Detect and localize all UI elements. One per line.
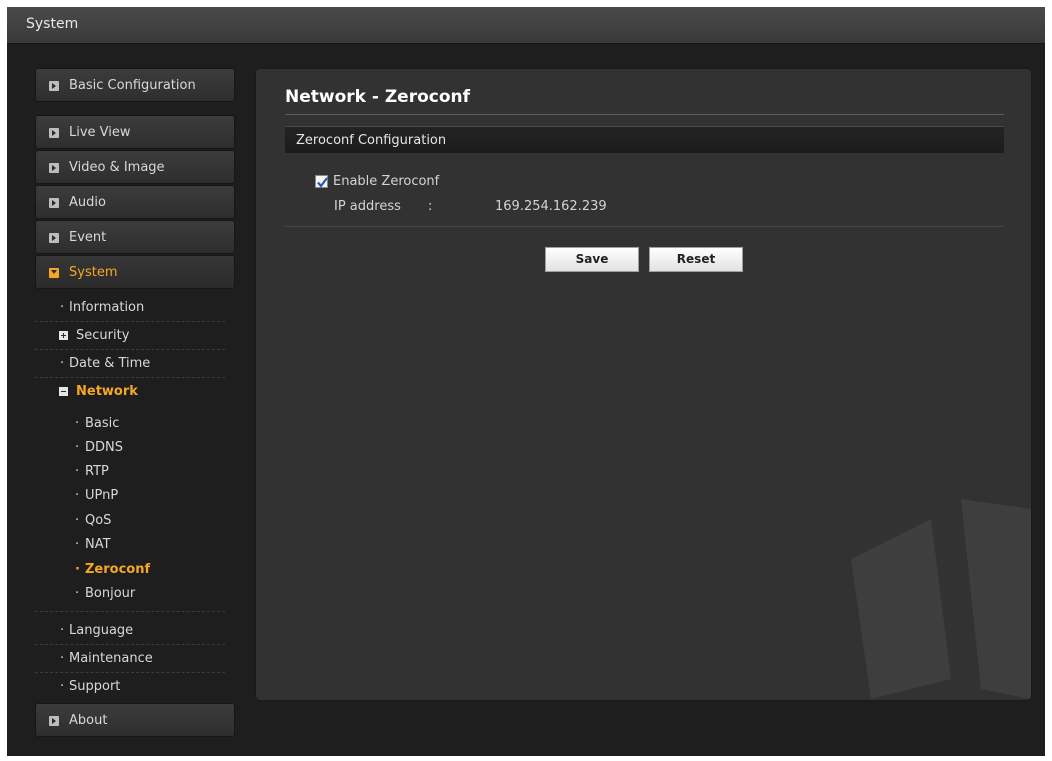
minus-box-icon	[59, 387, 68, 396]
bullet: ·	[75, 513, 80, 528]
nav-label: Live View	[69, 125, 131, 140]
save-button[interactable]: Save	[545, 247, 639, 272]
nav-about[interactable]: About	[35, 703, 235, 737]
sidebar-item-label: Security	[76, 328, 130, 343]
reset-button[interactable]: Reset	[649, 247, 743, 272]
bullet: ·	[75, 416, 80, 431]
bullet: ·	[60, 651, 65, 666]
down-arrow-box-icon	[49, 268, 59, 278]
sidebar-item-date-time[interactable]: · Date & Time	[35, 350, 225, 378]
title-divider	[285, 114, 1004, 115]
sidebar-item-label: QoS	[85, 513, 112, 528]
bullet: ·	[75, 464, 80, 479]
bullet: ·	[60, 300, 65, 315]
nav-label: System	[69, 265, 118, 280]
nav-basic-configuration[interactable]: Basic Configuration	[35, 68, 235, 102]
nav-live-view[interactable]: Live View	[35, 115, 235, 149]
right-arrow-box-icon	[49, 81, 59, 91]
sidebar-item-network-basic[interactable]: · Basic	[35, 412, 225, 436]
sidebar-item-label: Bonjour	[85, 586, 136, 601]
right-arrow-box-icon	[49, 233, 59, 243]
sidebar-item-language[interactable]: · Language	[35, 617, 225, 645]
nav-video-image[interactable]: Video & Image	[35, 150, 235, 184]
nav-label: About	[69, 713, 108, 728]
nav-label: Event	[69, 230, 107, 245]
sidebar-item-maintenance[interactable]: · Maintenance	[35, 645, 225, 673]
main-panel: Network - Zeroconf Zeroconf Configuratio…	[255, 68, 1032, 701]
sidebar-item-network-bonjour[interactable]: · Bonjour	[35, 582, 225, 606]
sidebar-item-label: Basic	[85, 416, 120, 431]
plus-box-icon	[59, 331, 68, 340]
nav-system[interactable]: System	[35, 255, 235, 289]
sidebar-item-label: Network	[76, 384, 138, 399]
sidebar-item-label: Zeroconf	[85, 562, 151, 577]
nav-label: Audio	[69, 195, 106, 210]
sidebar-item-support[interactable]: · Support	[35, 673, 225, 701]
bullet: ·	[60, 623, 65, 638]
window-title: System	[26, 16, 79, 32]
right-arrow-box-icon	[49, 128, 59, 138]
sidebar-item-label: Information	[69, 300, 145, 315]
right-arrow-box-icon	[49, 163, 59, 173]
checkmark-icon	[317, 177, 328, 188]
bullet: ·	[75, 562, 80, 577]
sidebar-item-label: RTP	[85, 464, 109, 479]
sidebar-item-label: Language	[69, 623, 134, 638]
sidebar-item-label: NAT	[85, 537, 111, 552]
sidebar-item-information[interactable]: · Information	[35, 294, 225, 322]
page-title: Network - Zeroconf	[285, 87, 471, 107]
right-arrow-box-icon	[49, 716, 59, 726]
enable-zeroconf-checkbox[interactable]	[315, 175, 328, 188]
nav-event[interactable]: Event	[35, 220, 235, 254]
section-title: Zeroconf Configuration	[296, 133, 447, 148]
enable-zeroconf-label: Enable Zeroconf	[333, 174, 440, 189]
sidebar-item-security[interactable]: Security	[35, 322, 225, 350]
bullet: ·	[75, 586, 80, 601]
sidebar-item-label: Maintenance	[69, 651, 153, 666]
sidebar-item-label: Date & Time	[69, 356, 151, 371]
sidebar-item-network-rtp[interactable]: · RTP	[35, 460, 225, 484]
divider	[35, 611, 225, 612]
sidebar-item-network-qos[interactable]: · QoS	[35, 509, 225, 533]
bullet: ·	[60, 679, 65, 694]
sidebar-item-label: DDNS	[85, 440, 123, 455]
nav-label: Video & Image	[69, 160, 165, 175]
sidebar-item-network-ddns[interactable]: · DDNS	[35, 436, 225, 460]
top-bar: System	[7, 7, 1045, 44]
bullet: ·	[75, 488, 80, 503]
sidebar-item-label: Support	[69, 679, 121, 694]
section-header: Zeroconf Configuration	[285, 126, 1004, 153]
ip-address-separator: :	[428, 199, 433, 214]
ip-address-label: IP address	[334, 199, 401, 214]
form-divider	[285, 226, 1004, 227]
nav-audio[interactable]: Audio	[35, 185, 235, 219]
bullet: ·	[60, 356, 65, 371]
bullet: ·	[75, 537, 80, 552]
sidebar-item-label: UPnP	[85, 488, 119, 503]
nav-label: Basic Configuration	[69, 78, 196, 93]
app-window: System Basic Configuration Live View Vid…	[7, 7, 1045, 756]
watermark-logo-icon	[851, 499, 1031, 699]
sidebar-item-network-nat[interactable]: · NAT	[35, 533, 225, 557]
bullet: ·	[75, 440, 80, 455]
ip-address-value: 169.254.162.239	[495, 199, 607, 214]
sidebar-item-network-upnp[interactable]: · UPnP	[35, 484, 225, 508]
sidebar-item-network-zeroconf[interactable]: · Zeroconf	[35, 558, 225, 582]
sidebar-item-network[interactable]: Network	[35, 378, 225, 406]
right-arrow-box-icon	[49, 198, 59, 208]
